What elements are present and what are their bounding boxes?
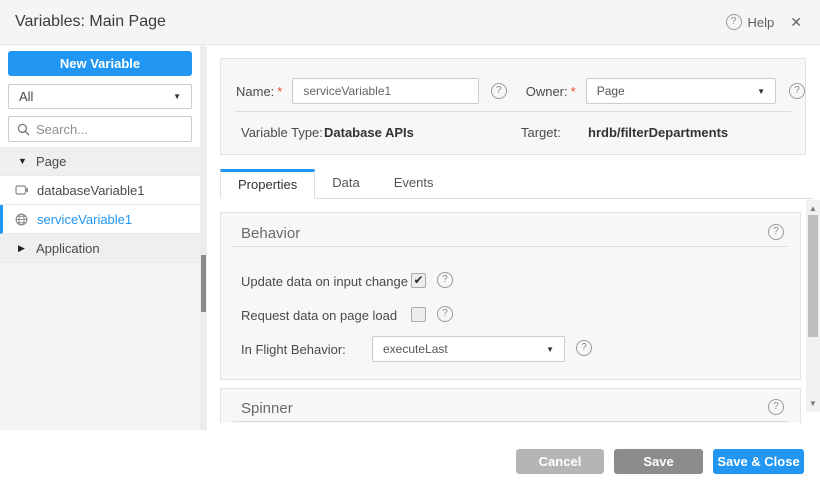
- variables-tree: ▼ Page databaseVariable1 serviceVariable…: [0, 147, 200, 263]
- tab-properties[interactable]: Properties: [220, 169, 315, 199]
- behavior-section-title: Behavior: [241, 225, 300, 242]
- service-variable-globe-icon: [15, 213, 29, 226]
- variable-filter-value: All: [19, 89, 33, 104]
- name-input[interactable]: [292, 78, 478, 104]
- inflight-behavior-value: executeLast: [383, 342, 448, 356]
- chevron-down-icon: ▼: [757, 87, 765, 96]
- behavior-section: Behavior ? Update data on input change ✔…: [220, 212, 801, 380]
- owner-label: Owner:: [526, 84, 568, 99]
- behavior-row-inflight: In Flight Behavior: executeLast ▼ ?: [221, 334, 800, 364]
- caret-right-icon[interactable]: ▶: [18, 243, 28, 254]
- properties-scrollbar-thumb[interactable]: [808, 215, 818, 337]
- name-help-icon[interactable]: ?: [491, 83, 507, 99]
- help-button[interactable]: ? Help: [726, 14, 775, 30]
- variable-type-label: Variable Type:: [241, 125, 323, 140]
- behavior-row-update-on-input: Update data on input change ✔ ?: [221, 266, 800, 296]
- tab-data[interactable]: Data: [315, 168, 376, 198]
- tree-item-label: Page: [36, 154, 66, 169]
- tree-item-application[interactable]: ▶ Application: [0, 234, 200, 263]
- dialog-header: Variables: Main Page ? Help ✕: [0, 0, 820, 45]
- name-required-asterisk: *: [277, 84, 282, 99]
- update-on-input-help-icon[interactable]: ?: [437, 272, 453, 288]
- sidebar-scrollbar-thumb[interactable]: [201, 255, 206, 312]
- tree-item-label: serviceVariable1: [37, 212, 132, 227]
- section-divider: [233, 246, 788, 247]
- tab-events[interactable]: Events: [377, 168, 451, 198]
- inflight-behavior-label: In Flight Behavior:: [241, 342, 346, 357]
- target-label: Target:: [521, 125, 561, 140]
- editor-tabs: Properties Data Events: [220, 168, 813, 199]
- close-icon[interactable]: ✕: [788, 14, 804, 31]
- chevron-down-icon: ▼: [546, 345, 554, 354]
- variables-dialog: Variables: Main Page ? Help ✕ New Variab…: [0, 0, 820, 487]
- behavior-row-request-on-load: Request data on page load ?: [221, 300, 800, 330]
- search-box[interactable]: [8, 116, 192, 142]
- variable-summary-card: Name: * ? Owner: * Page ▼ ? Variable Typ…: [220, 58, 806, 155]
- owner-required-asterisk: *: [571, 84, 576, 99]
- tree-item-database-variable[interactable]: databaseVariable1: [0, 176, 200, 205]
- search-input[interactable]: [36, 122, 176, 137]
- section-divider: [233, 421, 788, 422]
- new-variable-button[interactable]: New Variable: [8, 51, 192, 76]
- database-variable-icon: [15, 184, 29, 196]
- request-on-load-help-icon[interactable]: ?: [437, 306, 453, 322]
- page-title: Variables: Main Page: [15, 13, 166, 31]
- inflight-behavior-select[interactable]: executeLast ▼: [372, 336, 565, 362]
- search-icon: [17, 123, 30, 136]
- sidebar-filler: [0, 263, 200, 430]
- owner-help-icon[interactable]: ?: [789, 83, 805, 99]
- variable-type-value: Database APIs: [324, 125, 414, 140]
- request-on-load-label: Request data on page load: [241, 308, 397, 323]
- owner-value: Page: [597, 84, 625, 98]
- caret-down-icon[interactable]: ▼: [18, 156, 28, 166]
- tree-item-page[interactable]: ▼ Page: [0, 147, 200, 176]
- variable-filter-select[interactable]: All ▼: [8, 84, 192, 109]
- help-icon[interactable]: ?: [726, 14, 742, 30]
- inflight-behavior-help-icon[interactable]: ?: [576, 340, 592, 356]
- spinner-section-title: Spinner: [241, 400, 293, 417]
- save-and-close-button[interactable]: Save & Close: [713, 449, 804, 474]
- variables-sidebar: New Variable All ▼ ▼ Page databaseVariab…: [0, 46, 200, 430]
- owner-select[interactable]: Page ▼: [586, 78, 776, 104]
- tree-item-label: Application: [36, 241, 100, 256]
- behavior-help-icon[interactable]: ?: [768, 224, 784, 240]
- save-button[interactable]: Save: [614, 449, 703, 474]
- scroll-up-icon[interactable]: ▲: [806, 202, 820, 215]
- dialog-footer: Cancel Save Save & Close: [0, 435, 820, 487]
- tree-item-label: databaseVariable1: [37, 183, 144, 198]
- scroll-down-icon[interactable]: ▼: [806, 397, 820, 410]
- tree-item-service-variable[interactable]: serviceVariable1: [0, 205, 200, 234]
- request-on-load-checkbox[interactable]: [411, 307, 426, 322]
- chevron-down-icon: ▼: [173, 92, 181, 101]
- spinner-section: Spinner ?: [220, 388, 801, 423]
- sidebar-scrollbar[interactable]: [200, 46, 207, 430]
- help-label[interactable]: Help: [748, 15, 775, 30]
- update-on-input-label: Update data on input change: [241, 274, 408, 289]
- cancel-button[interactable]: Cancel: [516, 449, 604, 474]
- properties-scrollbar[interactable]: ▲ ▼: [806, 200, 820, 412]
- update-on-input-checkbox[interactable]: ✔: [411, 273, 426, 288]
- target-value: hrdb/filterDepartments: [588, 125, 728, 140]
- name-label: Name:: [236, 84, 274, 99]
- spinner-help-icon[interactable]: ?: [768, 399, 784, 415]
- variable-editor-panel: Name: * ? Owner: * Page ▼ ? Variable Typ…: [207, 46, 820, 435]
